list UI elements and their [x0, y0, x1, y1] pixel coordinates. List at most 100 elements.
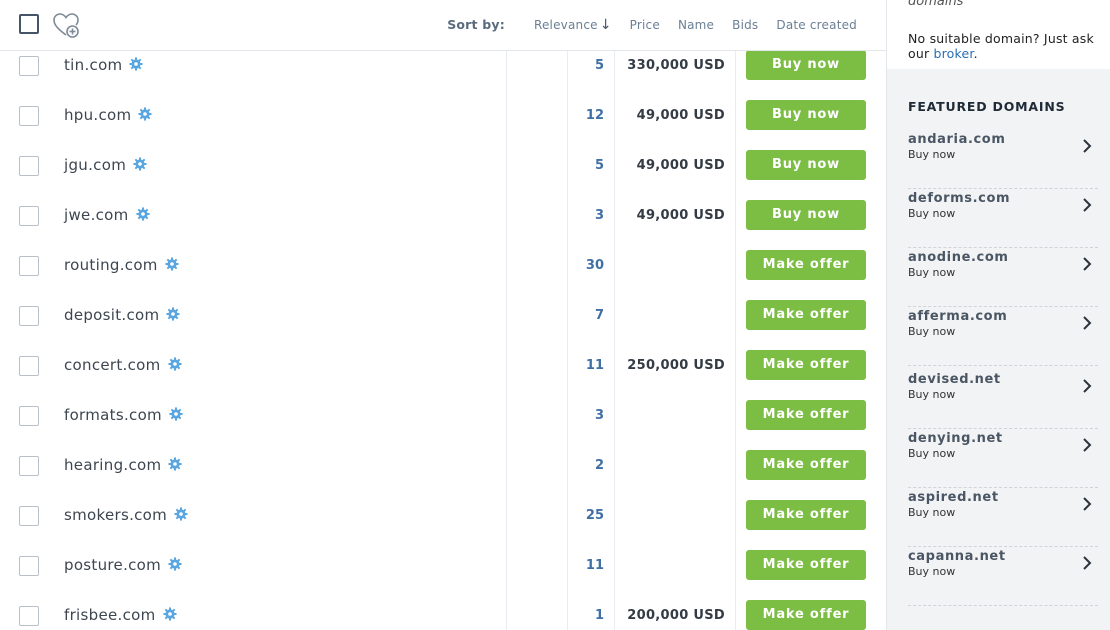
row-checkbox[interactable]: [19, 306, 39, 326]
domain-name-link[interactable]: jwe.com: [64, 206, 129, 224]
domain-name-link[interactable]: smokers.com: [64, 506, 167, 524]
chevron-right-icon: [1083, 257, 1092, 271]
gear-icon: [174, 506, 188, 521]
chevron-right-icon: [1083, 198, 1092, 212]
featured-domain-name: deforms.com: [908, 191, 1011, 206]
domain-row: jgu.com 5 49,000 USD Buy now: [0, 150, 886, 200]
bid-count: 5: [594, 58, 604, 73]
domain-name-link[interactable]: tin.com: [64, 56, 122, 74]
domain-name-link[interactable]: formats.com: [64, 406, 162, 424]
chevron-right-icon: [1083, 379, 1092, 393]
domain-row: hpu.com 12 49,000 USD Buy now: [0, 100, 886, 150]
domain-price: 200,000 USD: [627, 608, 725, 623]
domain-name-link[interactable]: hearing.com: [64, 456, 161, 474]
featured-domain-status: Buy now: [908, 565, 956, 578]
sort-relevance[interactable]: Relevance ↓: [534, 18, 612, 32]
domain-name-link[interactable]: posture.com: [64, 556, 161, 574]
broker-box: domains No suitable domain? Just ask our…: [887, 0, 1110, 69]
featured-domain-item[interactable]: andaria.com Buy now: [908, 130, 1098, 189]
make-offer-button[interactable]: Make offer: [746, 300, 866, 330]
sort-bids[interactable]: Bids: [732, 18, 758, 32]
make-offer-button[interactable]: Make offer: [746, 250, 866, 280]
sort-price[interactable]: Price: [630, 18, 660, 32]
heart-plus-icon[interactable]: [52, 11, 80, 39]
gear-icon: [138, 106, 152, 121]
make-offer-button[interactable]: Make offer: [746, 550, 866, 580]
row-checkbox[interactable]: [19, 106, 39, 126]
make-offer-button[interactable]: Make offer: [746, 500, 866, 530]
domain-price: 330,000 USD: [627, 58, 725, 73]
domain-name-link[interactable]: hpu.com: [64, 106, 131, 124]
bid-count: 12: [585, 108, 604, 123]
featured-domain-name: afferma.com: [908, 309, 1008, 324]
featured-domain-item[interactable]: devised.net Buy now: [908, 370, 1098, 429]
gear-icon: [166, 306, 180, 321]
featured-domain-item[interactable]: anodine.com Buy now: [908, 248, 1098, 307]
row-checkbox[interactable]: [19, 156, 39, 176]
bid-count: 25: [585, 508, 604, 523]
featured-domain-item[interactable]: aspired.net Buy now: [908, 488, 1098, 547]
sort-label: Sort by:: [447, 17, 505, 32]
buy-now-button[interactable]: Buy now: [746, 150, 866, 180]
sort-relevance-label: Relevance: [533, 17, 598, 32]
make-offer-button[interactable]: Make offer: [746, 450, 866, 480]
chevron-right-icon: [1083, 139, 1092, 153]
domain-price: 49,000 USD: [636, 158, 725, 173]
row-checkbox[interactable]: [19, 606, 39, 626]
chevron-right-icon: [1083, 316, 1092, 330]
row-checkbox[interactable]: [19, 356, 39, 376]
domain-row: formats.com 3 Make offer: [0, 400, 886, 450]
row-checkbox[interactable]: [19, 556, 39, 576]
broker-text: No suitable domain? Just ask our broker.: [908, 31, 1098, 61]
featured-domain-item[interactable]: afferma.com Buy now: [908, 307, 1098, 366]
featured-domain-status: Buy now: [908, 266, 956, 279]
domain-name-link[interactable]: deposit.com: [64, 306, 159, 324]
row-checkbox[interactable]: [19, 206, 39, 226]
select-all-checkbox[interactable]: [19, 14, 39, 34]
domain-row: deposit.com 7 Make offer: [0, 300, 886, 350]
make-offer-button[interactable]: Make offer: [746, 400, 866, 430]
domain-row: jwe.com 3 49,000 USD Buy now: [0, 200, 886, 250]
domain-row: routing.com 30 Make offer: [0, 250, 886, 300]
domain-name-link[interactable]: frisbee.com: [64, 606, 156, 624]
make-offer-button[interactable]: Make offer: [746, 350, 866, 380]
bid-count: 2: [594, 458, 604, 473]
bid-count: 3: [594, 208, 604, 223]
buy-now-button[interactable]: Buy now: [746, 50, 866, 80]
domain-name-link[interactable]: concert.com: [64, 356, 161, 374]
chevron-right-icon: [1083, 556, 1092, 570]
row-checkbox[interactable]: [19, 456, 39, 476]
sort-name[interactable]: Name: [678, 18, 714, 32]
featured-domain-status: Buy now: [908, 207, 956, 220]
sort-date-created[interactable]: Date created: [776, 18, 857, 32]
domain-name-link[interactable]: jgu.com: [64, 156, 126, 174]
broker-link[interactable]: broker: [933, 46, 973, 61]
make-offer-button[interactable]: Make offer: [746, 600, 866, 630]
featured-domain-item[interactable]: deforms.com Buy now: [908, 189, 1098, 248]
domain-row: smokers.com 25 Make offer: [0, 500, 886, 550]
domain-name-link[interactable]: routing.com: [64, 256, 158, 274]
broker-suffix: .: [973, 46, 978, 61]
featured-domain-name: andaria.com: [908, 132, 1006, 147]
bid-count: 11: [585, 558, 604, 573]
sidebar-text-fragment: domains: [908, 0, 964, 9]
featured-domain-item[interactable]: capanna.net Buy now: [908, 547, 1098, 606]
buy-now-button[interactable]: Buy now: [746, 200, 866, 230]
row-checkbox[interactable]: [19, 56, 39, 76]
featured-domain-status: Buy now: [908, 447, 956, 460]
row-checkbox[interactable]: [19, 406, 39, 426]
featured-domain-status: Buy now: [908, 325, 956, 338]
row-checkbox[interactable]: [19, 506, 39, 526]
bid-count: 30: [585, 258, 604, 273]
bid-count: 5: [594, 158, 604, 173]
featured-domain-name: denying.net: [908, 431, 1003, 446]
sort-bar: Sort by: Relevance ↓ Price Name Bids Dat…: [447, 17, 857, 32]
featured-domain-name: aspired.net: [908, 490, 999, 505]
list-toolbar: Sort by: Relevance ↓ Price Name Bids Dat…: [0, 0, 886, 51]
domain-price: 49,000 USD: [636, 208, 725, 223]
gear-icon: [168, 356, 182, 371]
featured-domain-name: capanna.net: [908, 549, 1006, 564]
buy-now-button[interactable]: Buy now: [746, 100, 866, 130]
featured-domain-item[interactable]: denying.net Buy now: [908, 429, 1098, 488]
row-checkbox[interactable]: [19, 256, 39, 276]
